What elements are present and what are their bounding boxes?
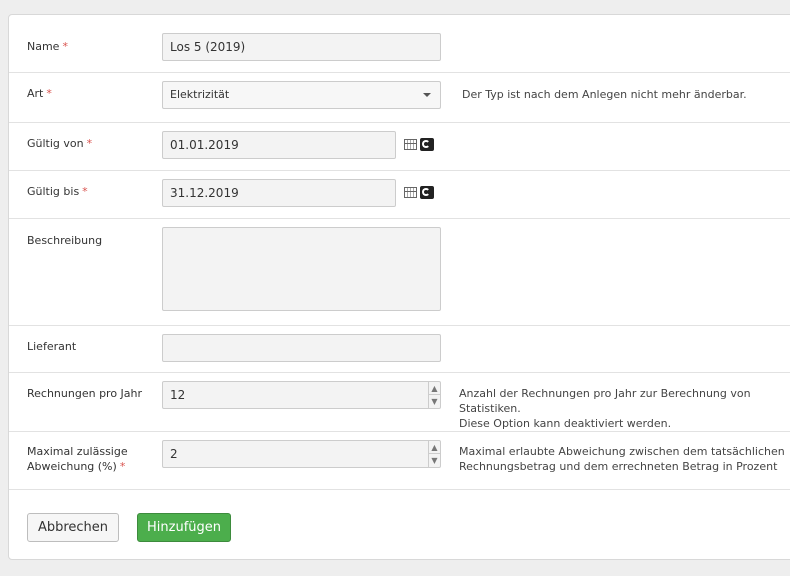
row-valid-to: Gültig bis * 31.12.2019: [9, 170, 790, 219]
caret-down-icon: [423, 93, 431, 97]
chevron-down-icon[interactable]: ▼: [429, 454, 440, 467]
calendar-icon[interactable]: [404, 187, 417, 198]
row-valid-from: Gültig von * 01.01.2019: [9, 122, 790, 171]
clear-icon[interactable]: [420, 138, 434, 151]
valid-to-input[interactable]: 31.12.2019: [162, 179, 396, 207]
invoices-per-year-help: Anzahl der Rechnungen pro Jahr zur Berec…: [459, 387, 751, 430]
number-spinner[interactable]: ▲ ▼: [428, 382, 440, 408]
max-deviation-help: Maximal erlaubte Abweichung zwischen dem…: [459, 445, 785, 473]
name-label: Name *: [27, 40, 68, 53]
invoices-per-year-label: Rechnungen pro Jahr: [27, 387, 143, 400]
description-label: Beschreibung: [27, 234, 103, 247]
add-button[interactable]: Hinzufügen: [137, 513, 231, 542]
supplier-label: Lieferant: [27, 340, 77, 353]
row-name: Name * Los 5 (2019): [9, 15, 790, 73]
valid-from-label: Gültig von *: [27, 137, 93, 150]
clear-icon[interactable]: [420, 186, 434, 199]
row-supplier: Lieferant: [9, 325, 790, 373]
row-description: Beschreibung: [9, 218, 790, 326]
required-marker: *: [119, 460, 126, 473]
max-deviation-label: Maximal zulässige Abweichung (%) *: [27, 445, 128, 473]
art-label: Art *: [27, 87, 52, 100]
valid-from-input[interactable]: 01.01.2019: [162, 131, 396, 159]
required-marker: *: [86, 137, 93, 150]
chevron-down-icon[interactable]: ▼: [429, 395, 440, 408]
name-input[interactable]: Los 5 (2019): [162, 33, 441, 61]
row-art: Art * Elektrizität Der Typ ist nach dem A…: [9, 72, 790, 123]
valid-to-label: Gültig bis *: [27, 185, 88, 198]
required-marker: *: [82, 185, 88, 198]
description-textarea[interactable]: [162, 227, 441, 311]
invoices-per-year-input[interactable]: 12 ▲ ▼: [162, 381, 441, 409]
required-marker: *: [62, 40, 68, 53]
calendar-icon[interactable]: [404, 139, 417, 150]
cancel-button[interactable]: Abbrechen: [27, 513, 119, 542]
art-select[interactable]: Elektrizität: [162, 81, 441, 109]
chevron-up-icon[interactable]: ▲: [429, 441, 440, 454]
art-help: Der Typ ist nach dem Anlegen nicht mehr …: [462, 88, 747, 101]
row-invoices-per-year: Rechnungen pro Jahr 12 ▲ ▼ Anzahl der Re…: [9, 372, 790, 432]
max-deviation-input[interactable]: 2 ▲ ▼: [162, 440, 441, 468]
supplier-input[interactable]: [162, 334, 441, 362]
chevron-up-icon[interactable]: ▲: [429, 382, 440, 395]
number-spinner[interactable]: ▲ ▼: [428, 441, 440, 467]
required-marker: *: [46, 87, 52, 100]
form-card: Name * Los 5 (2019) Art * Elektrizität Der…: [8, 14, 790, 560]
row-max-deviation: Maximal zulässige Abweichung (%) * 2 ▲ ▼ …: [9, 431, 790, 490]
